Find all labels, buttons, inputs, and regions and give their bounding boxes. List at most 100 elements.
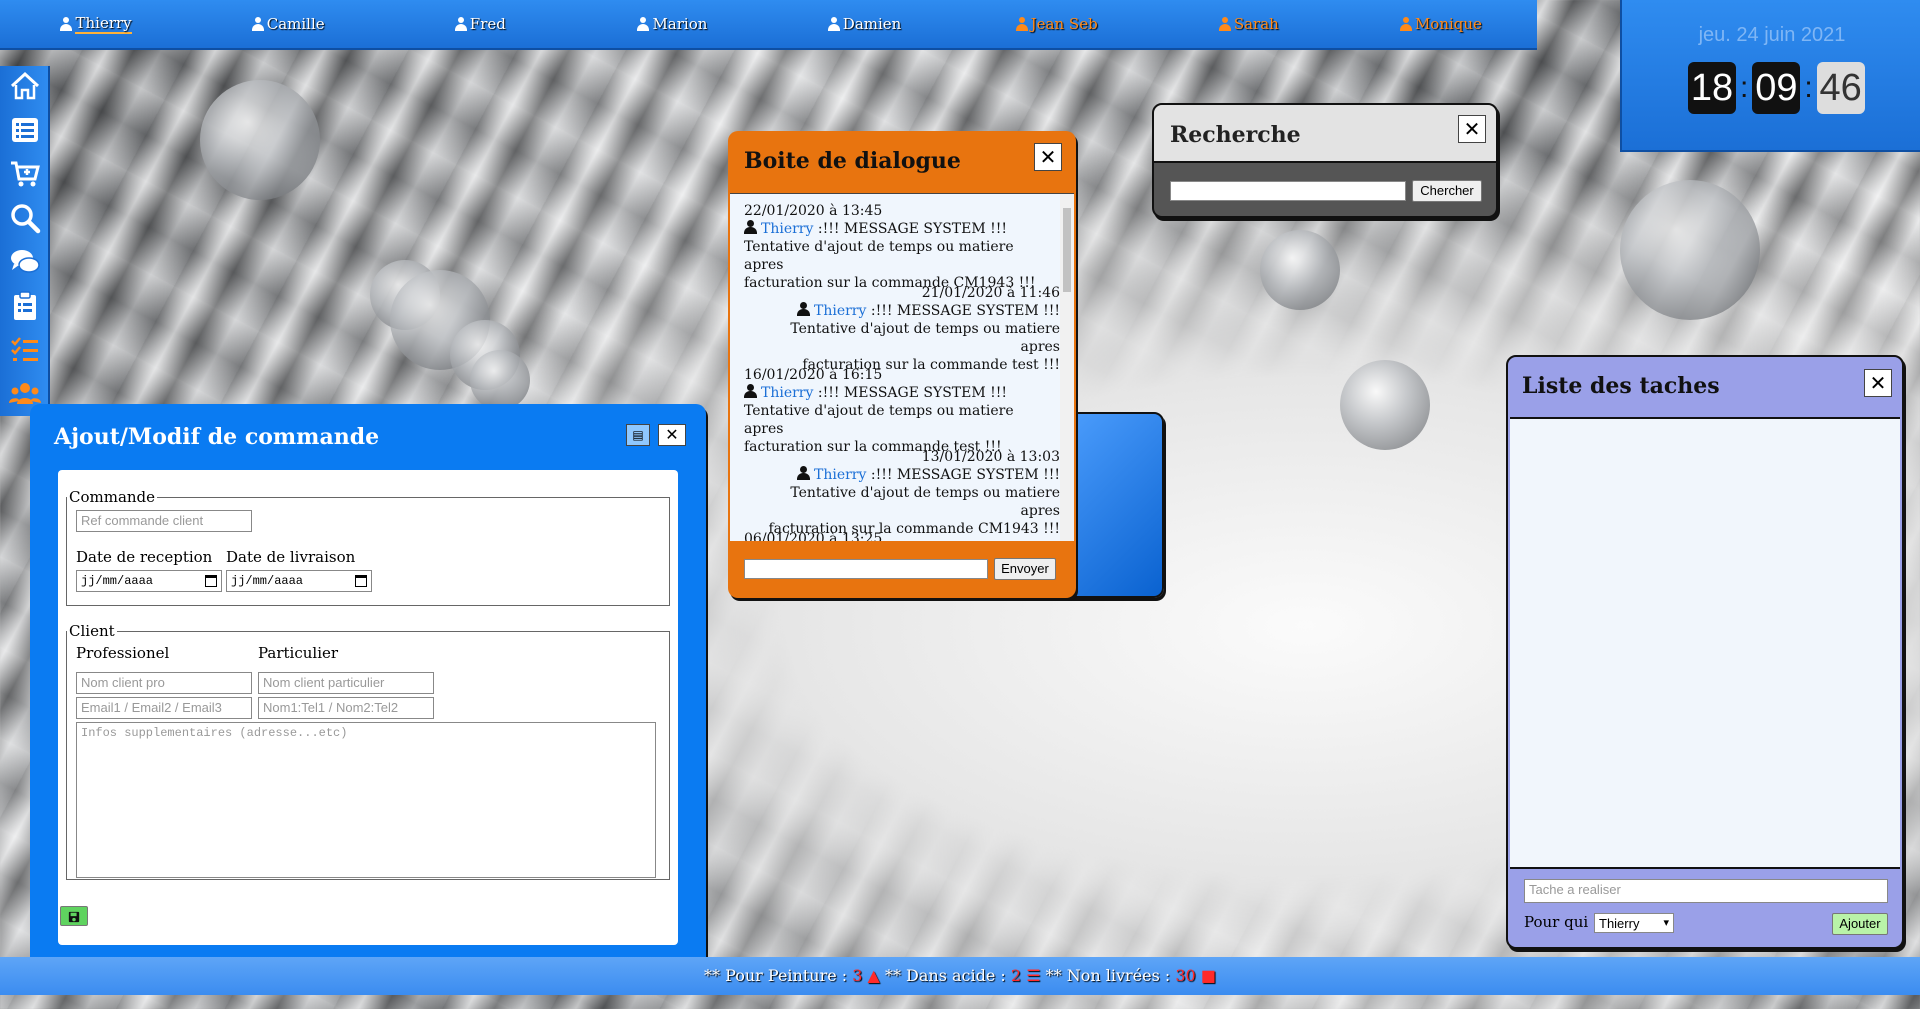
order-title: Ajout/Modif de commande — [54, 424, 380, 450]
user-icon — [637, 17, 650, 31]
paint-icon: ▲ — [867, 966, 880, 985]
user-icon — [796, 302, 810, 316]
user-icon — [827, 17, 840, 31]
tasks-window: Liste des taches ✕ Tache a realiser Pour… — [1506, 355, 1904, 949]
user-tab-camille[interactable]: Camille — [192, 0, 384, 49]
clock-seconds: 46 — [1816, 62, 1865, 114]
task-input[interactable]: Tache a realiser — [1524, 879, 1888, 903]
chat-icon[interactable] — [8, 246, 42, 278]
list-item: 16/01/2020 à 16:15 Thierry :!!! MESSAGE … — [744, 367, 1014, 455]
list-item: 22/01/2020 à 13:45 Thierry :!!! MESSAGE … — [744, 203, 1036, 291]
user-tab-marion[interactable]: Marion — [576, 0, 768, 49]
chevron-down-icon: ▾ — [1663, 917, 1669, 929]
client-legend: Client — [69, 622, 115, 640]
list-item: 21/01/2020 à 11:46 Thierry :!!! MESSAGE … — [790, 285, 1060, 373]
part-label: Particulier — [258, 644, 339, 662]
calendar-icon — [205, 575, 217, 587]
add-task-button[interactable]: Ajouter — [1832, 913, 1888, 935]
clock-date: jeu. 24 juin 2021 — [1698, 24, 1846, 46]
acide-count: 2 — [1010, 966, 1022, 985]
reception-label: Date de reception — [76, 548, 213, 566]
background-decoration — [1620, 180, 1760, 320]
scrollbar[interactable] — [1060, 194, 1074, 541]
commande-legend: Commande — [69, 488, 156, 506]
home-icon[interactable] — [8, 70, 42, 102]
order-form: Commande Ref commande client Date de rec… — [58, 470, 678, 945]
background-decoration — [1340, 360, 1430, 450]
background-decoration — [1260, 230, 1340, 310]
user-icon — [1218, 17, 1231, 31]
for-label: Pour qui ? — [1524, 913, 1601, 931]
cart-icon[interactable] — [8, 158, 42, 190]
user-tab-sarah[interactable]: Sarah — [1153, 0, 1345, 49]
email-input[interactable]: Email1 / Email2 / Email3 — [76, 697, 252, 719]
user-icon — [744, 384, 757, 398]
search-title: Recherche — [1170, 122, 1301, 148]
scrollbar-thumb[interactable] — [1063, 208, 1071, 292]
send-button[interactable]: Envoyer — [994, 558, 1056, 580]
search-window: Recherche ✕ Chercher — [1152, 103, 1498, 218]
non-livrees-label: ** Non livrées : — [1045, 966, 1176, 985]
list-item: 06/01/2020 à 13:25 — [744, 531, 883, 541]
user-bar: Thierry Camille Fred Marion Damien Jean … — [0, 0, 1537, 50]
non-livrees-count: 30 — [1175, 966, 1196, 985]
user-icon — [1399, 17, 1412, 31]
background-decoration — [200, 80, 320, 200]
close-icon[interactable]: ✕ — [1034, 143, 1062, 171]
save-icon — [68, 911, 80, 923]
user-icon — [796, 466, 810, 480]
infos-textarea[interactable]: Infos supplementaires (adresse...etc) — [76, 722, 656, 878]
task-list[interactable] — [1510, 417, 1900, 869]
pro-name-input[interactable]: Nom client pro — [76, 672, 252, 694]
close-icon[interactable]: ✕ — [658, 424, 686, 446]
dialog-window: Boite de dialogue ✕ 22/01/2020 à 13:45 T… — [728, 131, 1076, 598]
user-icon — [454, 17, 467, 31]
message-input[interactable] — [744, 559, 988, 579]
reception-date-input[interactable]: jj/mm/aaaa — [76, 570, 222, 592]
side-nav — [0, 66, 50, 416]
list-item: 13/01/2020 à 13:03 Thierry :!!! MESSAGE … — [768, 449, 1060, 537]
calendar-icon — [355, 575, 367, 587]
status-bar: ** Pour Peinture : 3 ▲ ** Dans acide : 2… — [0, 957, 1920, 995]
peinture-label: ** Pour Peinture : — [704, 966, 853, 985]
clock-separator: : — [1740, 71, 1749, 104]
background-decoration — [470, 350, 530, 410]
user-tab-damien[interactable]: Damien — [769, 0, 961, 49]
order-window: Ajout/Modif de commande ▤ ✕ Commande Ref… — [30, 404, 706, 967]
user-icon — [744, 220, 757, 234]
tasks-icon[interactable] — [8, 334, 42, 366]
file-icon[interactable]: ▤ — [626, 424, 650, 446]
user-tab-thierry[interactable]: Thierry — [0, 0, 192, 49]
acid-icon: ☰ — [1026, 966, 1041, 985]
user-tab-jean-seb[interactable]: Jean Seb — [961, 0, 1153, 49]
close-icon[interactable]: ✕ — [1864, 369, 1892, 397]
dialog-title: Boite de dialogue — [744, 148, 961, 174]
clock-widget: jeu. 24 juin 2021 18 : 09 : 46 — [1620, 0, 1920, 152]
search-input[interactable] — [1170, 181, 1406, 201]
acide-label: ** Dans acide : — [884, 966, 1011, 985]
tel-input[interactable]: Nom1:Tel1 / Nom2:Tel2 — [258, 697, 434, 719]
close-icon[interactable]: ✕ — [1458, 115, 1486, 143]
save-button[interactable] — [60, 906, 88, 926]
message-list[interactable]: 22/01/2020 à 13:45 Thierry :!!! MESSAGE … — [730, 193, 1074, 541]
clock-hours: 18 — [1688, 62, 1736, 114]
user-tab-fred[interactable]: Fred — [384, 0, 576, 49]
user-tab-monique[interactable]: Monique — [1345, 0, 1537, 49]
pro-label: Professionel — [76, 644, 170, 662]
part-name-input[interactable]: Nom client particulier — [258, 672, 434, 694]
list-icon[interactable] — [8, 114, 42, 146]
clock-separator: : — [1804, 71, 1813, 104]
search-button[interactable]: Chercher — [1412, 180, 1482, 202]
assignee-select[interactable]: Thierry ▾ — [1594, 913, 1674, 933]
user-icon — [60, 17, 73, 31]
livraison-label: Date de livraison — [226, 548, 356, 566]
livraison-date-input[interactable]: jj/mm/aaaa — [226, 570, 372, 592]
clipboard-icon[interactable] — [8, 290, 42, 322]
search-titlebar: Recherche — [1154, 105, 1496, 163]
search-icon[interactable] — [8, 202, 42, 234]
peinture-count: 3 — [852, 966, 863, 985]
ref-commande-input[interactable]: Ref commande client — [76, 510, 252, 532]
user-icon — [251, 17, 264, 31]
tasks-title: Liste des taches — [1522, 373, 1720, 399]
clock-minutes: 09 — [1752, 62, 1801, 114]
